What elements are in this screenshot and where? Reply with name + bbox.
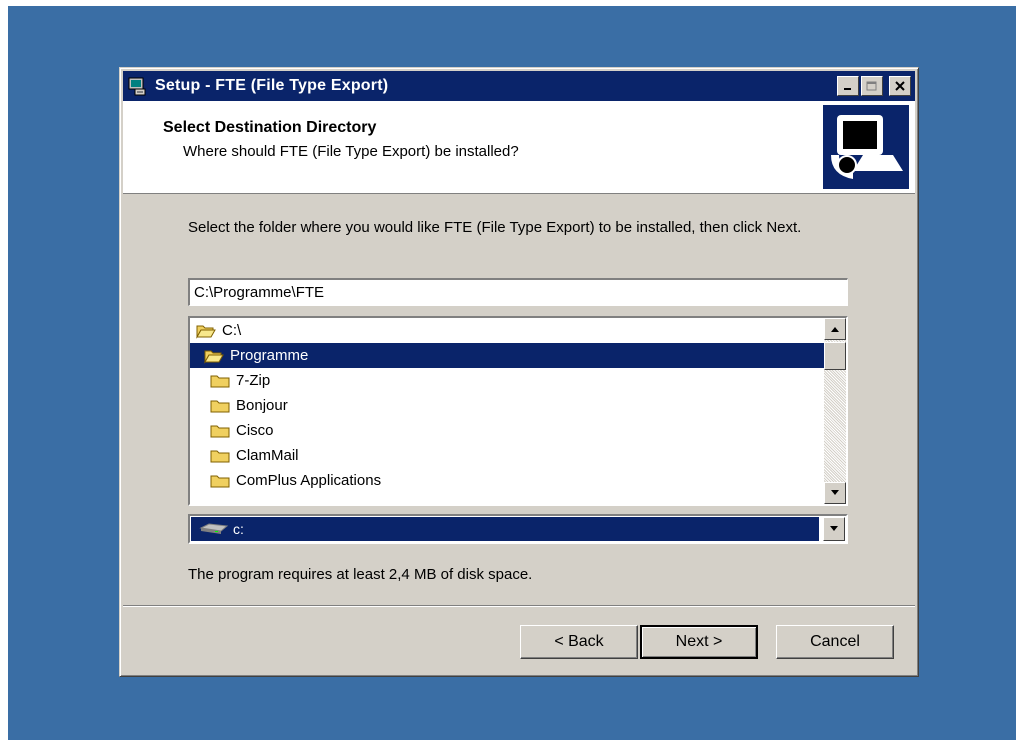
arrow-down-icon xyxy=(831,490,839,495)
back-button[interactable]: < Back xyxy=(520,625,638,659)
chevron-down-icon xyxy=(830,526,838,531)
folder-label: 7-Zip xyxy=(236,372,271,389)
maximize-button[interactable] xyxy=(861,76,883,96)
setup-app-icon xyxy=(128,77,146,96)
folder-label: Bonjour xyxy=(236,397,288,414)
page-subtitle: Where should FTE (File Type Export) be i… xyxy=(183,143,519,160)
scroll-up-button[interactable] xyxy=(824,318,846,340)
folder-icon xyxy=(210,475,230,487)
drive-select[interactable]: c: xyxy=(188,514,848,544)
close-button[interactable] xyxy=(889,76,911,96)
drive-dropdown-button[interactable] xyxy=(823,517,845,541)
installer-computer-icon xyxy=(823,105,909,189)
folder-open-icon xyxy=(204,350,224,364)
next-button[interactable]: Next > xyxy=(640,625,758,659)
drive-label: c: xyxy=(233,521,244,537)
window-title: Setup - FTE (File Type Export) xyxy=(155,77,389,94)
instruction-text: Select the folder where you would like F… xyxy=(188,219,802,236)
scroll-thumb[interactable] xyxy=(824,342,846,370)
folder-item[interactable]: Bonjour xyxy=(190,393,840,418)
folder-item-selected[interactable]: Programme xyxy=(190,343,834,368)
folder-item[interactable]: C:\ xyxy=(190,318,826,343)
folder-icon xyxy=(210,450,230,462)
destination-path-input[interactable] xyxy=(188,278,848,306)
cancel-button[interactable]: Cancel xyxy=(776,625,894,659)
minimize-icon xyxy=(844,88,851,90)
scroll-down-button[interactable] xyxy=(824,482,846,504)
close-icon xyxy=(895,81,905,91)
arrow-up-icon xyxy=(831,327,839,332)
tree-scrollbar[interactable] xyxy=(824,318,846,504)
folder-item[interactable]: 7-Zip xyxy=(190,368,840,393)
folder-item[interactable]: ComPlus Applications xyxy=(190,468,840,493)
page-title: Select Destination Directory xyxy=(163,119,377,136)
folder-icon xyxy=(210,400,230,412)
title-buttons xyxy=(837,76,911,96)
maximize-icon xyxy=(866,81,877,91)
folder-label: ComPlus Applications xyxy=(236,472,382,489)
minimize-button[interactable] xyxy=(837,76,859,96)
folder-open-icon xyxy=(196,325,216,339)
setup-window: Setup - FTE (File Type Export) Select De… xyxy=(119,67,919,677)
folder-label: C:\ xyxy=(222,322,242,339)
wizard-header: Select Destination Directory Where shoul… xyxy=(123,101,915,194)
folder-label: ClamMail xyxy=(236,447,299,464)
folder-label: Cisco xyxy=(236,422,274,439)
folder-label: Programme xyxy=(230,347,309,364)
folder-item[interactable]: Cisco xyxy=(190,418,840,443)
folder-tree[interactable]: C:\ Programme 7-Zip Bonjour Cisco ClamMa… xyxy=(188,316,848,506)
disk-space-text: The program requires at least 2,4 MB of … xyxy=(188,566,533,583)
folder-icon xyxy=(210,425,230,437)
folder-item[interactable]: ClamMail xyxy=(190,443,840,468)
title-bar[interactable]: Setup - FTE (File Type Export) xyxy=(123,71,915,101)
drive-selected[interactable]: c: xyxy=(191,517,819,541)
hard-drive-icon xyxy=(199,523,229,534)
divider xyxy=(123,605,915,607)
folder-icon xyxy=(210,375,230,387)
